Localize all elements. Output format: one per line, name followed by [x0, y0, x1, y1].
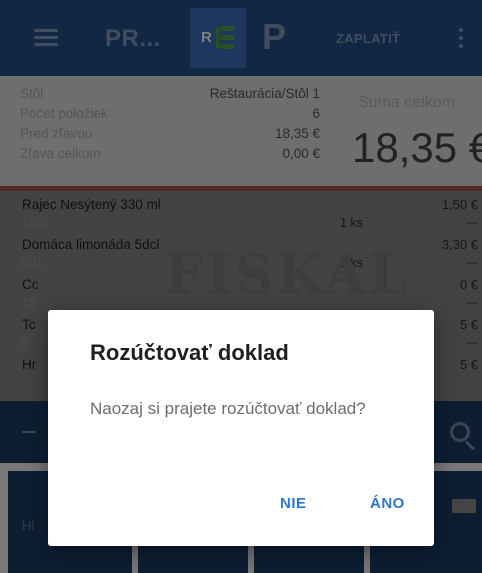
dialog-message: Naozaj si prajete rozúčtovať doklad? [90, 399, 366, 418]
split-bill-dialog: Rozúčtovať doklad Naozaj si prajete rozú… [48, 310, 434, 546]
dialog-title: Rozúčtovať doklad [90, 340, 289, 365]
no-button[interactable]: NIE [280, 495, 307, 512]
yes-button[interactable]: ÁNO [370, 495, 405, 512]
